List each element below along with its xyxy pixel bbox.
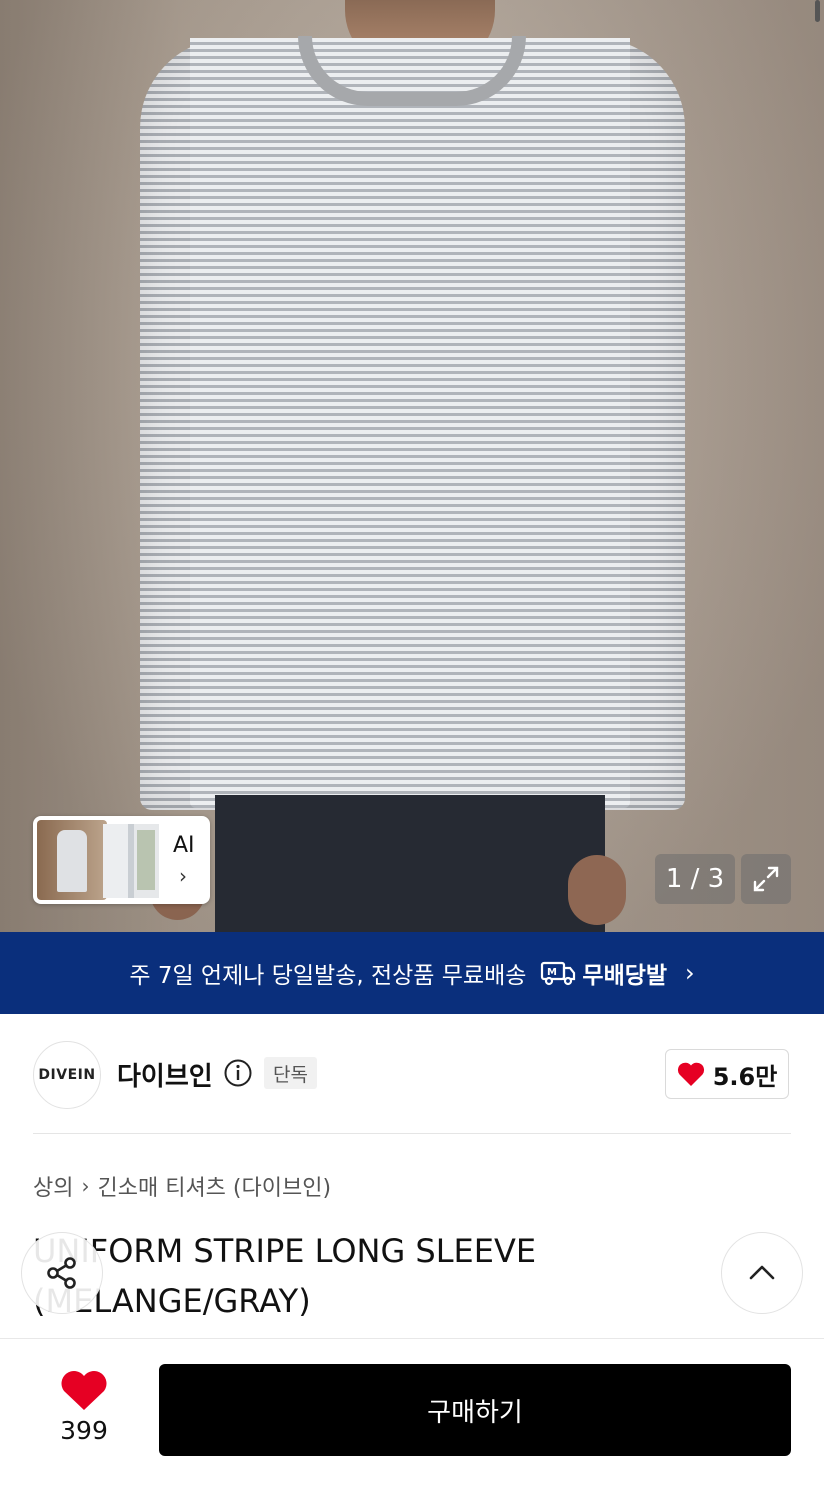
delivery-truck-icon: M [541,961,576,986]
brand-logo[interactable]: DIVEIN [33,1041,101,1109]
brand-name[interactable]: 다이브인 [117,1056,213,1093]
breadcrumb: 상의 › 긴소매 티셔츠 (다이브인) [33,1170,331,1202]
buy-button[interactable]: 구매하기 [159,1364,791,1456]
model-pants [215,795,605,932]
model-shirt-body [190,38,630,808]
divider [33,1133,791,1134]
banner-text: 주 7일 언제나 당일발송, 전상품 무료배송 [129,963,527,989]
brand-like-button[interactable]: 5.6만 [665,1049,789,1099]
image-page-counter: 1 / 3 [655,854,735,904]
product-image[interactable]: AI › 1 / 3 [0,0,824,932]
shipping-banner[interactable]: 주 7일 언제나 당일발송, 전상품 무료배송 M 무배당발 › [0,932,824,1014]
ai-label: AI [173,833,195,858]
chevron-right-icon: › [685,959,695,987]
chevron-up-icon [749,1265,775,1280]
breadcrumb-subcategory[interactable]: 긴소매 티셔츠 (다이브인) [97,1170,331,1202]
ai-thumbnail-1 [37,820,107,900]
wishlist-count: 399 [60,1416,108,1445]
chevron-right-icon: › [81,1174,90,1198]
share-button[interactable] [21,1232,103,1314]
heart-icon [677,1062,704,1086]
scrollbar[interactable] [815,0,820,22]
divider [0,1338,824,1339]
badge-text: 무배당발 [582,963,668,989]
shirt-collar [298,36,526,106]
chevron-right-icon: › [179,864,187,888]
info-icon[interactable] [223,1058,253,1088]
product-title: UNIFORM STRIPE LONG SLEEVE (MELANGE/GRAY… [33,1232,537,1320]
delivery-badge: M 무배당발 [540,956,667,990]
share-icon [47,1257,76,1289]
brand-like-count: 5.6만 [712,1062,778,1091]
ai-lookbook-card[interactable]: AI › [33,816,210,904]
expand-image-button[interactable] [741,854,791,904]
breadcrumb-category[interactable]: 상의 [33,1170,73,1202]
expand-icon [753,866,779,892]
svg-text:M: M [547,967,557,978]
wishlist-heart-icon[interactable] [60,1370,108,1412]
ai-thumbnail-2 [103,824,159,898]
exclusive-tag: 단독 [264,1057,317,1089]
scroll-to-top-button[interactable] [721,1232,803,1314]
